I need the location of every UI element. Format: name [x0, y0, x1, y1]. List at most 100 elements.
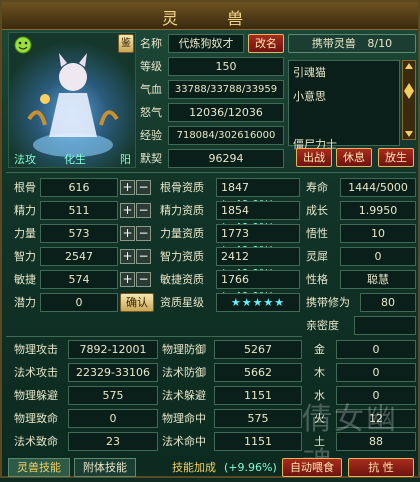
attr-label: 智力: [14, 250, 36, 263]
combat-label: 物理防御: [162, 343, 206, 356]
rename-button[interactable]: 改名: [248, 34, 284, 53]
attr-minus-button[interactable]: −: [136, 249, 151, 264]
attr-minus-button[interactable]: −: [136, 226, 151, 241]
attr-value: 2547: [40, 247, 118, 266]
confirm-button[interactable]: 确认: [120, 293, 154, 312]
deploy-button[interactable]: 出战: [296, 148, 332, 167]
stat-value: 聪慧: [340, 270, 416, 289]
bond-value: 96294: [168, 149, 284, 168]
pet-figure-icon: [14, 36, 119, 157]
aptitude-label: 精力资质: [160, 204, 204, 217]
potential-value: 0: [40, 293, 118, 312]
skill-bonus-value: (+9.96%): [224, 461, 277, 474]
level-label: 等级: [140, 60, 162, 73]
tab-attach-skills[interactable]: 附体技能: [74, 458, 136, 477]
stat-label: 灵犀: [306, 250, 328, 263]
exp-label: 经验: [140, 129, 162, 142]
combat-label: 法术命中: [162, 435, 206, 448]
combat-value: 1151: [214, 432, 302, 451]
attr-plus-button[interactable]: +: [120, 226, 135, 241]
combat-value: 1151: [214, 386, 302, 405]
stat-value: 80: [360, 293, 416, 312]
aptitude-value: 2412 (+40.0%): [216, 247, 300, 280]
list-item[interactable]: [289, 109, 399, 133]
combat-label: 物理攻击: [14, 343, 58, 356]
stat-label: 性格: [306, 273, 328, 286]
pet-portrait: [8, 32, 136, 168]
name-label: 名称: [140, 37, 162, 50]
attr-plus-button[interactable]: +: [120, 272, 135, 287]
carried-pets-count: 8/10: [367, 37, 393, 50]
attr-plus-button[interactable]: +: [120, 180, 135, 195]
element-label: 阳: [120, 153, 131, 166]
scroll-thumb-icon: [404, 83, 414, 99]
bond-label: 默契: [140, 152, 162, 165]
aptitude-label: 敏捷资质: [160, 273, 204, 286]
stat-label: 亲密度: [306, 319, 339, 332]
skill-bonus-label: 技能加成: [172, 461, 216, 474]
scroll-down-icon: [405, 131, 413, 137]
aptitude-value: 1854 (+40.0%): [216, 201, 300, 234]
auto-feed-button[interactable]: 自动喂食: [282, 458, 342, 477]
combat-label: 法术致命: [14, 435, 58, 448]
attr-value: 511: [40, 201, 118, 220]
element-stat-label: 金: [314, 343, 325, 356]
stat-label: 成长: [306, 204, 328, 217]
attr-plus-button[interactable]: +: [120, 203, 135, 218]
stat-label: 携带修为: [306, 296, 350, 309]
list-scrollbar[interactable]: [402, 60, 416, 140]
combat-label: 法术躲避: [162, 389, 206, 402]
attr-plus-button[interactable]: +: [120, 249, 135, 264]
attr-minus-button[interactable]: −: [136, 203, 151, 218]
combat-value: 23: [68, 432, 158, 451]
element-stat-value: 0: [336, 340, 416, 359]
rage-value: 12036/12036: [168, 103, 284, 122]
aptitude-label: 力量资质: [160, 227, 204, 240]
potential-label: 潜力: [14, 296, 36, 309]
divider: [6, 172, 416, 173]
hp-label: 气血: [140, 83, 162, 96]
list-item[interactable]: 小意思: [289, 85, 399, 109]
stat-label: 悟性: [306, 227, 328, 240]
list-item[interactable]: 引魂猫: [289, 61, 399, 85]
release-button[interactable]: 放生: [378, 148, 414, 167]
element-stat-label: 木: [314, 366, 325, 379]
combat-value: 0: [68, 409, 158, 428]
combat-label: 物理致命: [14, 412, 58, 425]
combat-value: 5267: [214, 340, 302, 359]
attr-minus-button[interactable]: −: [136, 180, 151, 195]
pet-name-field: 代炼狗奴才: [168, 34, 244, 53]
combat-label: 物理命中: [162, 412, 206, 425]
aptitude-label: 根骨资质: [160, 181, 204, 194]
element-stat-value: 0: [336, 363, 416, 382]
stat-value: 10: [340, 224, 416, 243]
aptitude-value: 1773 (+40.0%): [216, 224, 300, 257]
attr-label: 力量: [14, 227, 36, 240]
carried-pets-label: 携带灵兽: [311, 37, 356, 50]
star-rating: ★★★★★: [216, 293, 300, 312]
scroll-up-icon: [405, 63, 413, 69]
appraise-button[interactable]: 鉴: [118, 34, 134, 53]
evolve-label: 化生: [64, 153, 86, 166]
stat-value: [354, 316, 416, 335]
attr-minus-button[interactable]: −: [136, 272, 151, 287]
title-bar: 灵 兽: [2, 2, 418, 30]
hp-value: 33788/33788/33959: [168, 80, 284, 99]
attack-type-label: 法攻: [14, 153, 36, 166]
stat-value: 1444/5000: [340, 178, 416, 197]
rest-button[interactable]: 休息: [336, 148, 372, 167]
combat-label: 法术防御: [162, 366, 206, 379]
combat-label: 法术攻击: [14, 366, 58, 379]
attr-value: 616: [40, 178, 118, 197]
stat-value: 0: [340, 247, 416, 266]
divider: [6, 336, 302, 337]
rage-label: 怒气: [140, 106, 162, 119]
attr-label: 精力: [14, 204, 36, 217]
resistance-button[interactable]: 抗 性: [348, 458, 414, 477]
star-rating-label: 资质星级: [160, 296, 204, 309]
attr-label: 根骨: [14, 181, 36, 194]
attr-value: 574: [40, 270, 118, 289]
tab-pet-skills[interactable]: 灵兽技能: [8, 458, 70, 477]
carried-pets-header: 携带灵兽 8/10: [288, 34, 416, 53]
pet-window: 灵 兽 鉴 法攻 化生 阳 名称 代炼狗奴才 改名 等级 150 气血 3378…: [0, 0, 420, 481]
